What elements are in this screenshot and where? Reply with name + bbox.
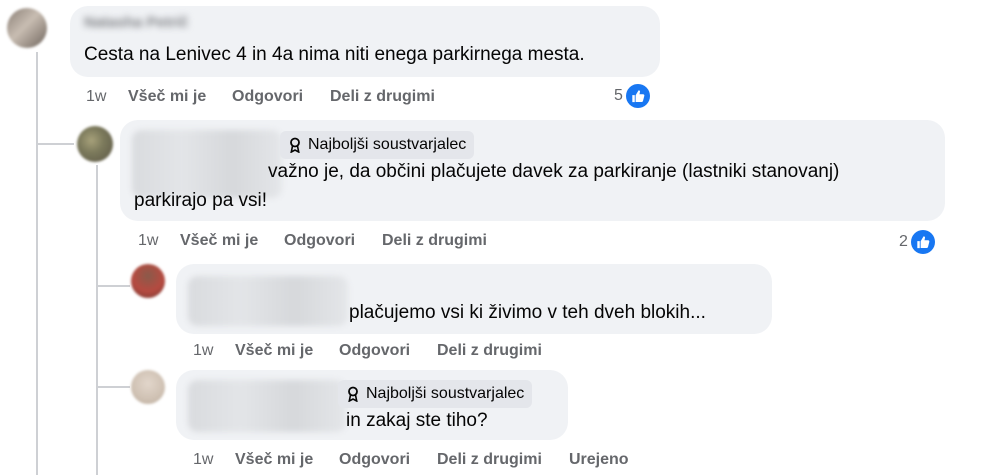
comment-time[interactable]: 1w [86,85,106,109]
comment-author-blurred[interactable] [188,380,346,432]
top-contributor-badge: Najboljši soustvarjalec [338,380,533,408]
comment-bubble: Natasha Petrič Cesta na Lenivec 4 in 4a … [70,6,660,77]
comment-text-line2: parkirajo pa vsi! [134,190,268,211]
award-ribbon-icon [290,137,300,153]
avatar[interactable] [77,126,113,162]
reaction-number: 5 [614,87,623,104]
comment-actions: 1w Všeč mi je Odgovori Deli z drugimi Ur… [193,448,653,472]
edited-label[interactable]: Urejeno [569,448,629,472]
comment-text: plačujemo vsi ki živimo v teh dveh bloki… [349,302,706,323]
comment-author-blurred[interactable] [188,276,348,326]
comment-text: Cesta na Lenivec 4 in 4a nima niti enega… [84,44,585,65]
share-button[interactable]: Deli z drugimi [330,85,435,109]
comment-time[interactable]: 1w [138,229,158,253]
thread-line-sub [96,165,98,475]
share-button[interactable]: Deli z drugimi [382,229,487,253]
thread-line-main [36,52,38,475]
comment-text-line1: važno je, da občini plačujete davek za p… [268,161,840,182]
thumbs-up-icon [910,230,935,254]
like-button[interactable]: Všeč mi je [180,229,258,253]
reaction-number: 2 [899,233,908,250]
reply-button[interactable]: Odgovori [339,448,410,472]
reaction-count[interactable]: 5 [614,83,650,109]
comment-text: in zakaj ste tiho? [346,410,488,431]
thread-line-branch-1 [36,143,74,145]
like-button[interactable]: Všeč mi je [235,339,313,363]
comment-time[interactable]: 1w [193,448,213,472]
avatar[interactable] [131,264,165,298]
reply-button[interactable]: Odgovori [232,85,303,109]
award-ribbon-icon [348,386,358,402]
comment-time[interactable]: 1w [193,339,213,363]
thread-line-branch-2 [96,285,130,287]
reply-button[interactable]: Odgovori [284,229,355,253]
comment-actions: 1w Všeč mi je Odgovori Deli z drugimi [86,85,466,109]
badge-label: Najboljši soustvarjalec [366,385,525,402]
comment-author[interactable]: Natasha Petrič [84,14,188,31]
comment-actions: 1w Všeč mi je Odgovori Deli z drugimi [193,339,573,363]
comment-actions: 1w Všeč mi je Odgovori Deli z drugimi [138,229,518,253]
comment-bubble: plačujemo vsi ki živimo v teh dveh bloki… [176,264,772,334]
badge-label: Najboljši soustvarjalec [308,136,467,153]
thread-line-branch-3 [96,386,130,388]
like-button[interactable]: Všeč mi je [235,448,313,472]
top-contributor-badge: Najboljši soustvarjalec [280,131,475,159]
share-button[interactable]: Deli z drugimi [437,339,542,363]
avatar[interactable] [131,370,165,404]
share-button[interactable]: Deli z drugimi [437,448,542,472]
reply-button[interactable]: Odgovori [339,339,410,363]
thumbs-up-icon [625,84,650,108]
reaction-count[interactable]: 2 [899,229,935,255]
avatar[interactable] [7,8,47,48]
like-button[interactable]: Všeč mi je [128,85,206,109]
comment-bubble: Najboljši soustvarjalec in zakaj ste tih… [176,370,568,440]
comment-bubble: Najboljši soustvarjalec važno je, da obč… [120,120,945,221]
